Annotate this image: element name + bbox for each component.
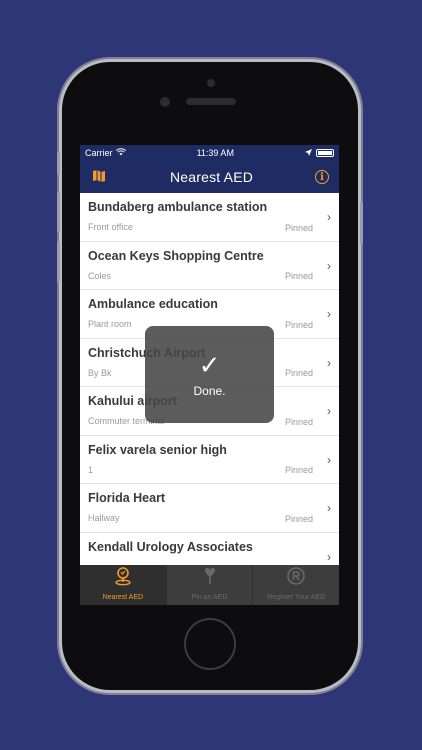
volume-up-button — [57, 192, 60, 232]
page-title: Nearest AED — [169, 169, 254, 185]
clock: 11:39 AM — [196, 148, 234, 158]
chevron-right-icon: › — [327, 501, 331, 515]
chevron-right-icon: › — [327, 404, 331, 418]
battery-icon — [316, 149, 334, 157]
list-item[interactable]: Felix varela senior high 1 Pinned › — [80, 436, 339, 484]
front-camera — [207, 79, 215, 87]
phone-frame: Carrier 11:39 AM Nearest AED i Bundaberg… — [57, 62, 363, 690]
heart-pin-icon — [200, 566, 220, 591]
list-item[interactable]: Ocean Keys Shopping Centre Coles Pinned … — [80, 242, 339, 290]
mute-switch — [57, 152, 60, 174]
item-status: Pinned — [284, 465, 313, 475]
chevron-right-icon: › — [327, 210, 331, 224]
item-status: Pinned — [284, 222, 313, 233]
tab-label: Nearest AED — [102, 594, 144, 601]
chevron-right-icon: › — [327, 258, 331, 273]
tab-label: Register Your AED — [267, 594, 326, 601]
item-status: Pinned — [284, 368, 313, 378]
item-name: Ocean Keys Shopping Centre — [88, 248, 264, 263]
map-icon[interactable] — [90, 169, 108, 186]
item-name: Felix varela senior high — [88, 442, 227, 457]
done-toast: ✓ Done. — [145, 326, 274, 423]
item-status: Pinned — [284, 319, 313, 330]
chevron-right-icon: › — [327, 452, 331, 467]
volume-down-button — [57, 242, 60, 282]
chevron-right-icon: › — [327, 355, 331, 370]
carrier-label: Carrier — [85, 148, 113, 158]
tab-label: Pin an AED — [191, 594, 228, 601]
chevron-right-icon: › — [327, 307, 331, 321]
earpiece-speaker — [186, 98, 236, 105]
home-button[interactable] — [184, 618, 236, 670]
status-bar: Carrier 11:39 AM — [80, 145, 339, 161]
proximity-sensor — [160, 97, 170, 107]
checkmark-icon: ✓ — [198, 349, 221, 380]
item-name: Kendall Urology Associates — [88, 539, 253, 554]
chevron-right-icon: › — [327, 549, 331, 564]
list-item[interactable]: Florida Heart Hallway Pinned › — [80, 484, 339, 533]
wifi-icon — [115, 148, 126, 158]
list-item[interactable]: Bundaberg ambulance station Front office… — [80, 193, 339, 242]
item-name: Florida Heart — [88, 491, 166, 505]
item-status: Pinned — [284, 271, 313, 281]
screen: Carrier 11:39 AM Nearest AED i Bundaberg… — [80, 145, 339, 605]
tab-nearest-aed[interactable]: Nearest AED — [80, 565, 167, 605]
tab-register-aed[interactable]: Register Your AED — [253, 565, 339, 605]
map-pin-icon — [113, 566, 133, 591]
item-name: Bundaberg ambulance station — [88, 200, 268, 214]
info-icon[interactable]: i — [315, 170, 329, 184]
tab-pin-aed[interactable]: Pin an AED — [167, 565, 254, 605]
item-status: Pinned — [284, 513, 313, 524]
location-arrow-icon — [305, 148, 312, 158]
registered-icon — [286, 566, 306, 591]
toast-message: Done. — [193, 383, 226, 398]
nav-bar: Nearest AED i — [80, 161, 339, 193]
item-name: Ambulance education — [88, 297, 218, 311]
tab-bar: Nearest AED Pin an AED Register Your AED — [80, 565, 339, 605]
item-status: Pinned — [284, 416, 313, 427]
power-button — [360, 202, 363, 244]
